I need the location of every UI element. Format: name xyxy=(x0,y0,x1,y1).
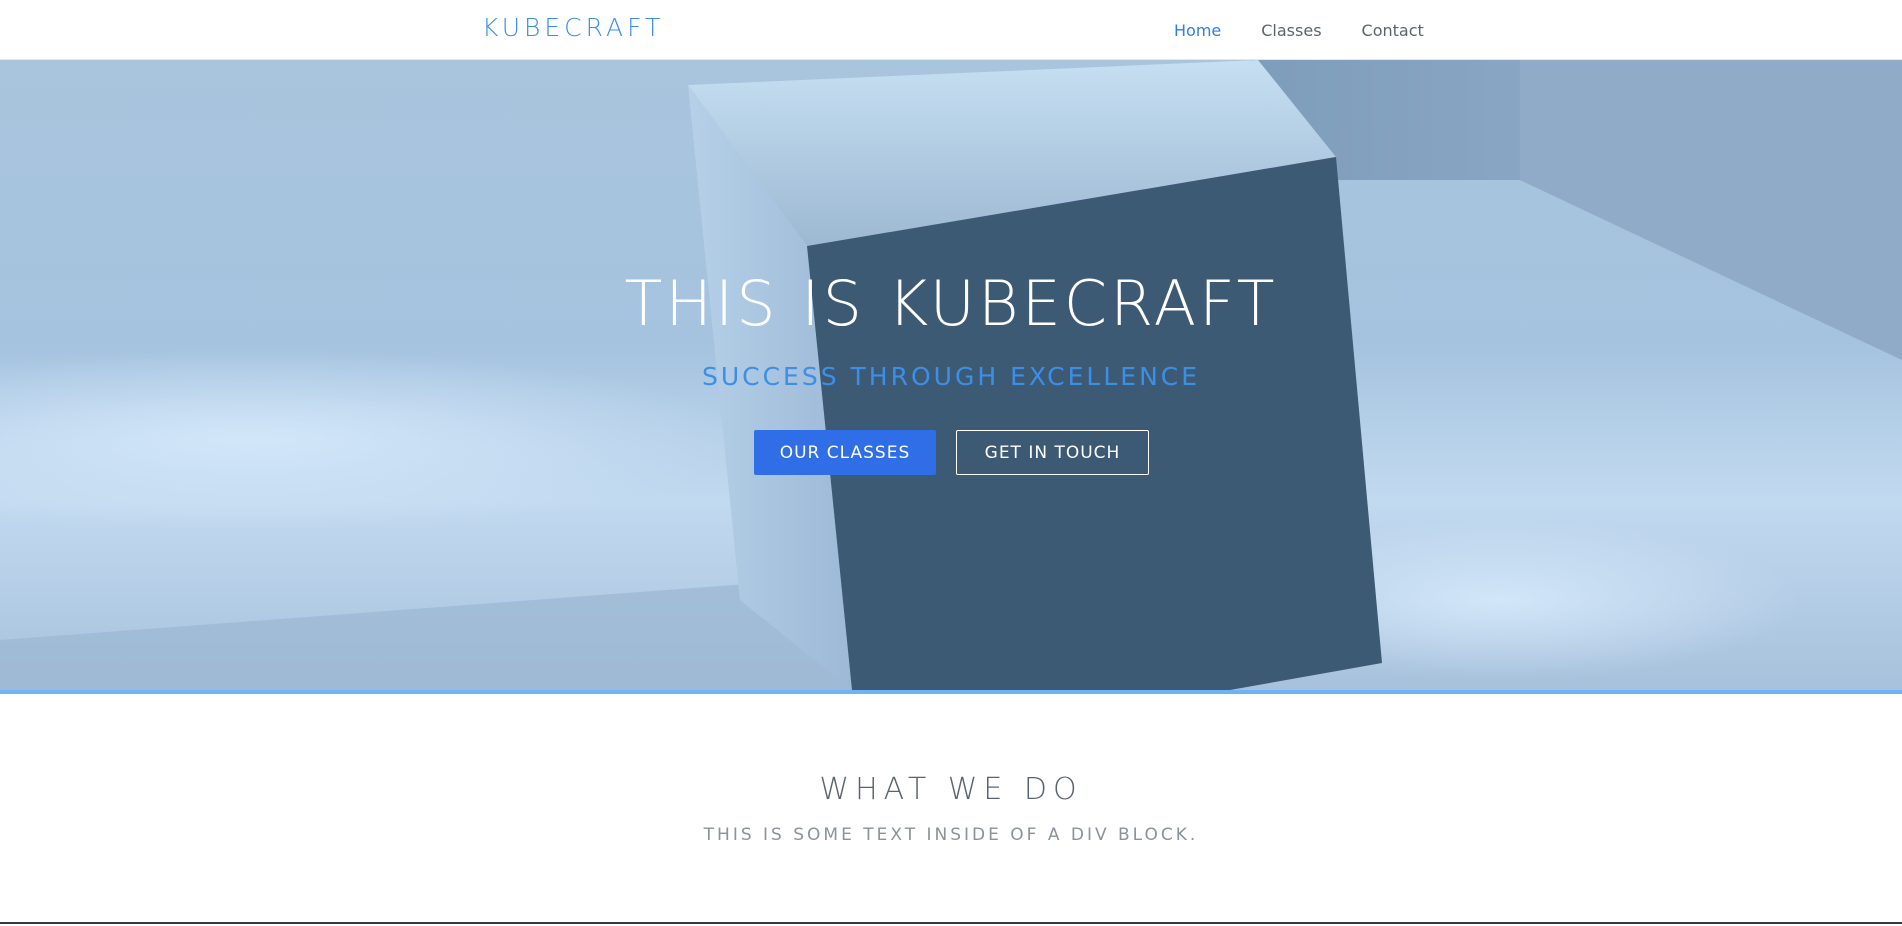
nav-link-contact[interactable]: Contact xyxy=(1342,21,1444,40)
hero-content: THIS IS KUBECRAFT SUCCESS THROUGH EXCELL… xyxy=(0,60,1902,690)
navbar: KUBECRAFT Home Classes Contact xyxy=(0,0,1902,60)
nav-link-home[interactable]: Home xyxy=(1154,21,1241,40)
hero-section: THIS IS KUBECRAFT SUCCESS THROUGH EXCELL… xyxy=(0,60,1902,690)
nav-link-classes[interactable]: Classes xyxy=(1241,21,1341,40)
bottom-divider xyxy=(0,922,1902,924)
brand-logo[interactable]: KUBECRAFT xyxy=(482,13,664,42)
nav-links: Home Classes Contact xyxy=(1154,0,1444,60)
hero-title: THIS IS KUBECRAFT xyxy=(624,267,1278,340)
hero-subtitle: SUCCESS THROUGH EXCELLENCE xyxy=(701,362,1201,391)
section-text: THIS IS SOME TEXT INSIDE OF A DIV BLOCK. xyxy=(703,825,1199,845)
what-we-do-section: WHAT WE DO THIS IS SOME TEXT INSIDE OF A… xyxy=(0,694,1902,926)
our-classes-button[interactable]: OUR CLASSES xyxy=(754,430,936,475)
get-in-touch-button[interactable]: GET IN TOUCH xyxy=(956,430,1149,475)
section-title: WHAT WE DO xyxy=(819,772,1083,807)
